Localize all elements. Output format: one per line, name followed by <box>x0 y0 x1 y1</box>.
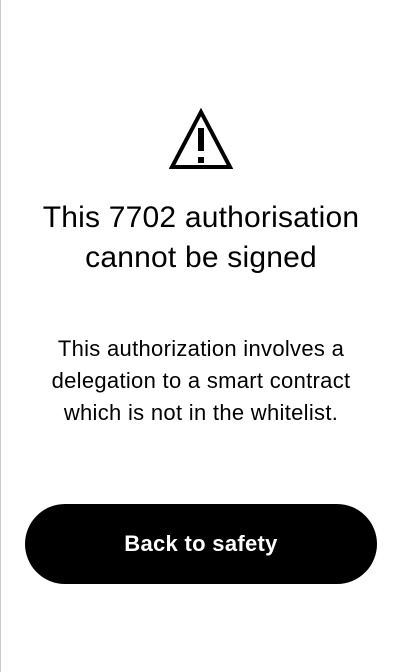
page-title: This 7702 authorisation cannot be signed <box>42 201 360 274</box>
error-message: This authorization involves a delegation… <box>51 336 351 425</box>
warning-triangle-icon <box>168 107 234 172</box>
error-screen: This 7702 authorisation cannot be signed… <box>0 0 400 672</box>
back-to-safety-button[interactable]: Back to safety <box>25 504 377 584</box>
